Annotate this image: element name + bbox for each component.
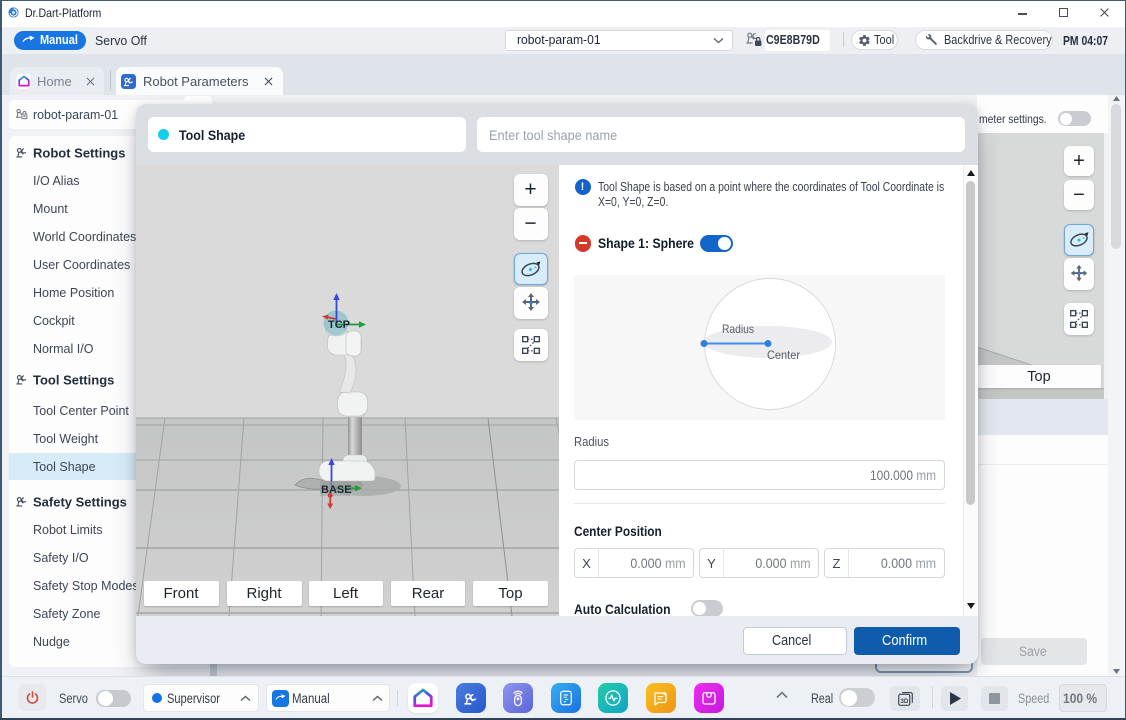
svg-text:3D: 3D [900, 697, 909, 704]
svg-text:Radius: Radius [722, 322, 754, 336]
svg-text:BASE: BASE [321, 484, 352, 496]
svg-text:TCP: TCP [328, 319, 350, 331]
svg-text:Center: Center [767, 348, 800, 362]
